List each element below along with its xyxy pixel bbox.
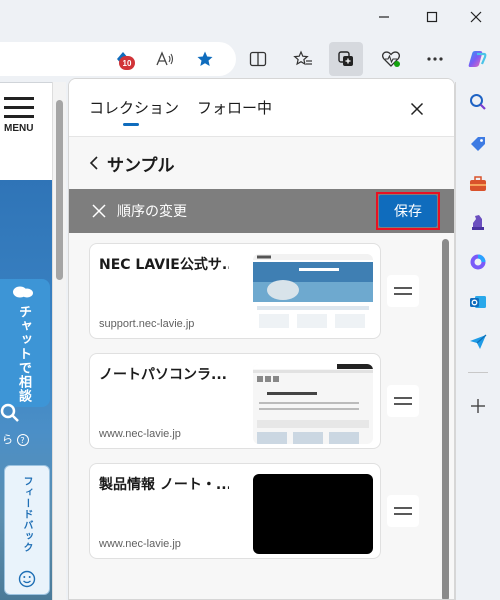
favorite-star-icon [197,51,213,66]
shopping-tag-icon [471,137,485,151]
outlook-icon [470,296,486,308]
feedback-tab[interactable]: フィードバック [4,465,50,595]
partial-text: ら ? [2,431,29,447]
item-url: www.nec-lavie.jp [99,428,181,440]
more-icon [427,57,443,61]
collection-item[interactable]: ノートパソコンラ... www.nec-lavie.jp [89,353,381,449]
reorder-label: 順序の変更 [117,204,187,220]
browser-essentials-button[interactable] [374,42,408,76]
hamburger-menu-icon[interactable] [4,97,36,124]
web-page-content: MENU チャットで相談 ら ? フィードバック [0,82,52,600]
chat-consult-tab[interactable]: チャットで相談 [0,279,50,407]
close-panel-button[interactable] [403,95,431,123]
chat-consult-label: チャットで相談 [16,305,31,403]
collections-button[interactable] [329,42,363,76]
drag-handle-icon[interactable] [387,275,419,307]
read-aloud-icon [156,51,174,66]
favorites-button[interactable] [286,42,320,76]
drag-handle-icon[interactable] [387,385,419,417]
copilot-button[interactable] [460,42,494,76]
back-chevron-icon[interactable] [87,153,101,173]
reorder-bar: 順序の変更 保存 [69,189,454,233]
tools-icon [470,176,486,191]
panel-scrollbar[interactable] [442,239,450,599]
close-icon [470,11,482,23]
collection-item[interactable]: 製品情報 ノート・... www.nec-lavie.jp [89,463,381,559]
edge-sidebar [456,82,500,600]
games-icon [472,215,484,230]
sidebar-divider [468,372,488,373]
minimize-button[interactable] [360,0,408,34]
sidebar-outlook-button[interactable] [468,292,488,312]
item-title: 製品情報 ノート・... [99,477,229,493]
item-url: www.nec-lavie.jp [99,538,181,550]
search-icon [0,403,19,422]
sidebar-shopping-button[interactable] [468,134,488,154]
item-url: support.nec-lavie.jp [99,318,195,330]
item-title: ノートパソコンラ... [99,367,227,383]
maximize-button[interactable] [408,0,456,34]
smiley-icon [18,570,36,588]
item-title: NEC LAVIE公式サ... [99,257,229,273]
item-thumbnail [253,254,373,334]
title-bar [0,0,500,36]
minimize-icon [379,16,389,18]
chat-bubbles-icon [13,286,33,298]
sidebar-drop-button[interactable] [468,332,488,352]
collections-icon [338,51,353,66]
item-thumbnail [253,364,373,444]
split-screen-icon [249,51,267,67]
browser-essentials-icon [381,51,401,67]
sidebar-games-button[interactable] [468,212,488,232]
page-scrollbar-thumb[interactable] [56,100,63,280]
search-icon [470,94,486,110]
close-window-button[interactable] [452,0,500,34]
add-icon [471,399,485,413]
sidebar-search-button[interactable] [468,92,488,112]
close-icon [410,102,424,116]
item-thumbnail [253,474,373,554]
split-screen-button[interactable] [241,42,275,76]
maximize-icon [426,11,438,23]
panel-scrollbar-thumb[interactable] [442,239,449,599]
sidebar-microsoft365-button[interactable] [468,252,488,272]
collections-panel-header: コレクション フォロー中 [69,79,454,137]
sidebar-tools-button[interactable] [468,174,488,194]
help-icon: ? [16,434,29,446]
browser-toolbar [0,36,500,82]
cancel-reorder-icon[interactable] [91,203,107,219]
collection-item[interactable]: NEC LAVIE公式サ... support.nec-lavie.jp [89,243,381,339]
collection-title: サンプル [107,156,175,176]
more-button[interactable] [418,42,452,76]
copilot-icon [468,51,487,67]
menu-label[interactable]: MENU [4,123,33,134]
read-aloud-button[interactable] [148,42,182,76]
sidebar-add-button[interactable] [468,396,488,416]
favorites-icon [293,50,312,66]
tracker-count-badge: 10 [119,56,135,70]
drop-icon [470,334,487,349]
save-button[interactable]: 保存 [379,195,437,227]
feedback-label: フィードバック [21,476,32,553]
favorite-star-button[interactable] [188,42,222,76]
page-scrollbar[interactable] [52,82,66,600]
tab-collections[interactable]: コレクション [89,97,179,118]
collections-panel: コレクション フォロー中 サンプル 順序の変更 保存 NEC LAVIE公式サ.… [68,78,455,600]
microsoft365-icon [470,254,486,270]
drag-handle-icon[interactable] [387,495,419,527]
active-tab-indicator [123,123,139,126]
tab-following[interactable]: フォロー中 [197,97,272,118]
collection-title-row: サンプル [69,137,454,189]
